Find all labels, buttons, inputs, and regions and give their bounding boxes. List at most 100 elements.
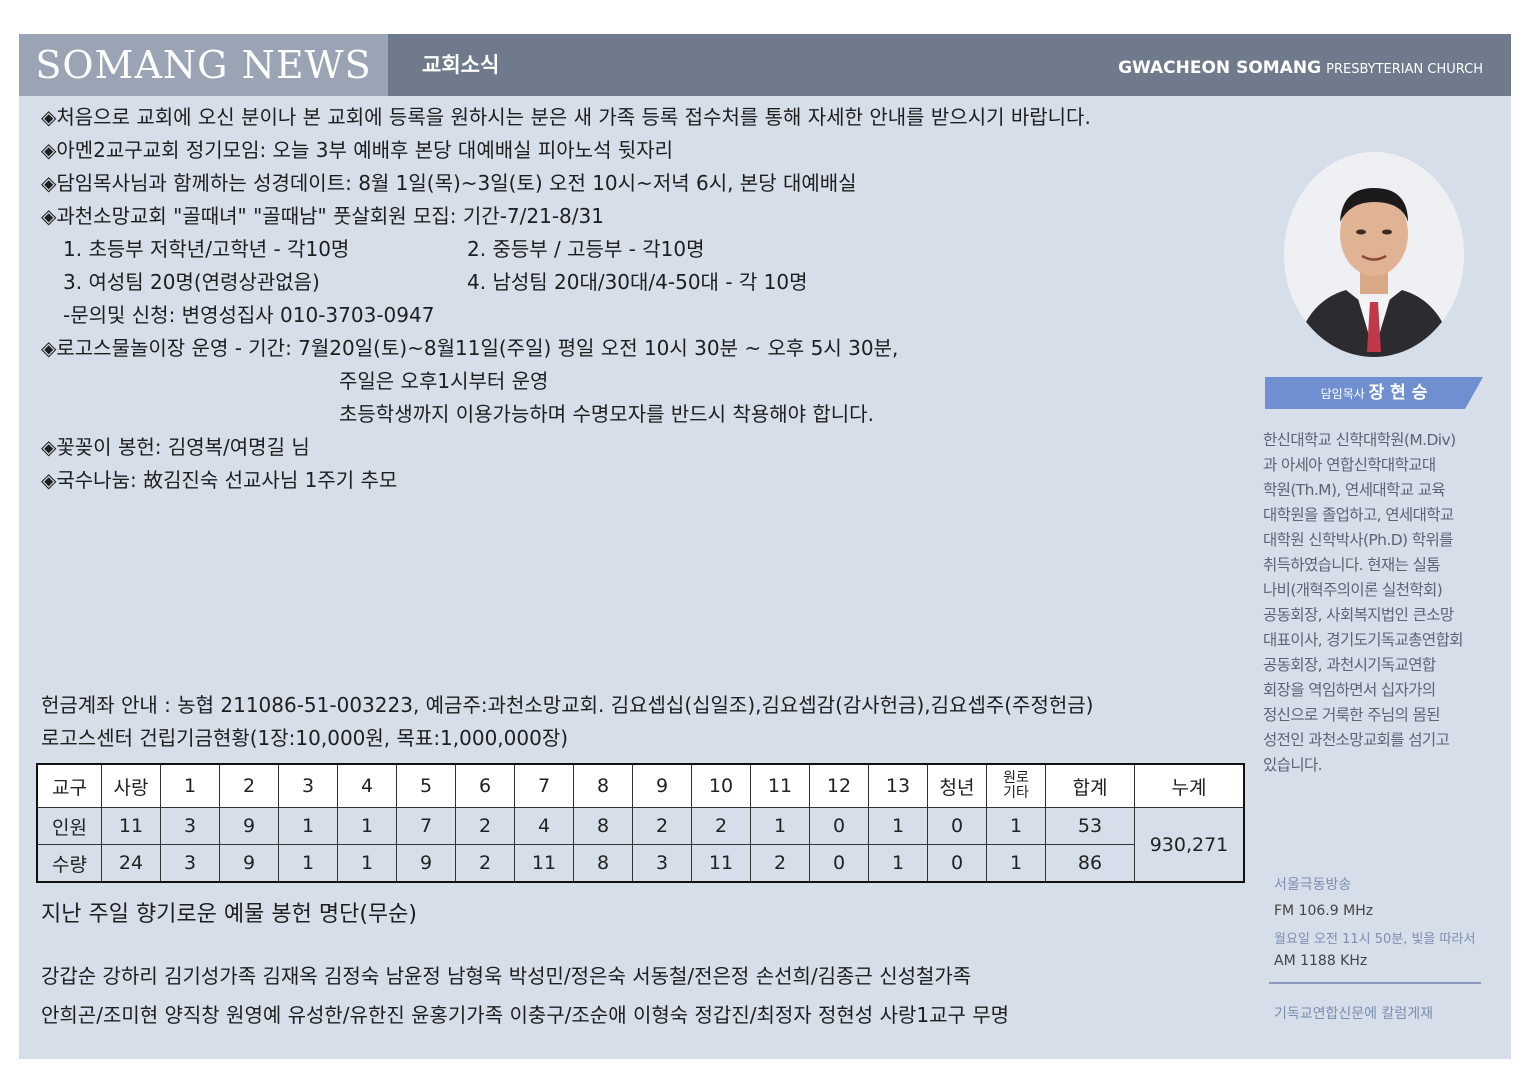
bio-line: 대표이사, 경기도기독교총연합회 — [1263, 631, 1464, 649]
donors-title: 지난 주일 향기로운 예물 봉헌 명단(무순) — [41, 902, 417, 927]
radio-fm: FM 106.9 MHz — [1274, 903, 1374, 919]
bio-line: 성전인 과천소망교회를 섬기고 — [1263, 731, 1450, 749]
table-header: 청년 — [927, 763, 987, 808]
column-note: 기독교연합신문에 칼럼게재 — [1274, 1006, 1434, 1022]
cumulative-total: 930,271 — [1134, 807, 1245, 883]
pastor-portrait — [1284, 152, 1464, 357]
table-header-elder-2: 기타 — [1003, 785, 1029, 801]
table-cell: 7 — [396, 807, 456, 845]
table-cell: 1 — [337, 807, 397, 845]
bio-line: 과 아세아 연합신학대학교대 — [1263, 456, 1436, 474]
brand-logo: SOMANG NEWS — [19, 34, 388, 96]
radio-am: AM 1188 KHz — [1274, 953, 1368, 969]
table-cell: 2 — [455, 807, 515, 845]
notice-line: ◈처음으로 교회에 오신 분이나 본 교회에 등록을 원하시는 분은 새 가족 … — [41, 105, 1091, 129]
bio-line: 회장을 역임하면서 십자가의 — [1263, 681, 1436, 699]
table-cell: 24 — [101, 844, 161, 883]
notice-line: ◈과천소망교회 "골때녀" "골때남" 풋살회원 모집: 기간-7/21-8/3… — [41, 204, 604, 228]
notice-line: ◈국수나눔: 故김진숙 선교사님 1주기 추모 — [41, 468, 398, 492]
table-cell: 1 — [986, 844, 1046, 883]
notice-line: 주일은 오후1시부터 운영 — [339, 369, 549, 393]
notice-line: 4. 남성팀 20대/30대/4-50대 - 각 10명 — [467, 270, 808, 294]
bio-line: 공동회장, 사회복지법인 큰소망 — [1263, 606, 1454, 624]
table-cell: 0 — [927, 844, 987, 883]
table-header: 13 — [868, 763, 928, 808]
table-header-row: 교구 사랑 1 2 3 4 5 6 7 8 9 10 11 12 13 청년 원… — [36, 763, 1245, 808]
bio-line: 한신대학교 신학대학원(M.Div) — [1263, 431, 1456, 449]
table-header: 9 — [632, 763, 692, 808]
table-cell: 2 — [455, 844, 515, 883]
table-header: 5 — [396, 763, 456, 808]
table-cell: 8 — [573, 844, 633, 883]
notice-line: -문의및 신청: 변영성집사 010-3703-0947 — [63, 303, 435, 327]
table-cell: 0 — [927, 807, 987, 845]
table-cell: 3 — [160, 844, 220, 883]
table-header: 8 — [573, 763, 633, 808]
table-cell: 2 — [632, 807, 692, 845]
bio-line: 대학원을 졸업하고, 연세대학교 — [1263, 506, 1454, 524]
table-header: 2 — [219, 763, 279, 808]
bio-line: 학원(Th.M), 연세대학교 교육 — [1263, 481, 1446, 499]
bio-line: 나비(개혁주의이론 실천학회) — [1263, 581, 1443, 599]
table-header: 4 — [337, 763, 397, 808]
pastor-name: 장 현 승 — [1368, 383, 1428, 403]
donor-list-line: 안희곤/조미현 양직창 원영예 유성한/유한진 윤홍기가족 이충구/조순애 이형… — [41, 1003, 1010, 1027]
table-cell: 1 — [868, 844, 928, 883]
table-header: 11 — [750, 763, 810, 808]
pastor-title: 담임목사 — [1320, 387, 1365, 401]
table-row: 수량 24 3 9 1 1 9 2 11 8 3 11 2 0 1 0 1 86 — [36, 844, 1244, 883]
table-cell: 9 — [219, 844, 279, 883]
donor-list-line: 강갑순 강하리 김기성가족 김재옥 김정숙 남윤정 남형욱 박성민/정은숙 서동… — [41, 964, 972, 988]
table-cell: 2 — [750, 844, 810, 883]
table-cell: 11 — [514, 844, 574, 883]
table-cell: 1 — [278, 807, 338, 845]
table-header-elder: 원로 기타 — [986, 763, 1046, 808]
church-name-bold: GWACHEON SOMANG — [1118, 58, 1322, 78]
notice-line: ◈꽃꽂이 봉헌: 김영복/여명길 님 — [41, 435, 310, 459]
table-cell: 2 — [691, 807, 751, 845]
table-header: 합계 — [1045, 763, 1135, 808]
table-header: 12 — [809, 763, 869, 808]
table-header: 교구 — [36, 763, 102, 808]
table-cell: 9 — [219, 807, 279, 845]
notice-line: 초등학생까지 이용가능하며 수명모자를 반드시 착용해야 합니다. — [339, 402, 874, 426]
pastor-label: 담임목사 장 현 승 — [1265, 377, 1483, 409]
row-label: 인원 — [36, 807, 102, 845]
table-cell: 11 — [101, 807, 161, 845]
table-cell: 9 — [396, 844, 456, 883]
table-cell: 3 — [160, 807, 220, 845]
notice-line: 1. 초등부 저학년/고학년 - 각10명 — [63, 237, 350, 261]
bio-line: 있습니다. — [1263, 756, 1323, 774]
pastor-name-banner: 담임목사 장 현 승 — [1265, 377, 1483, 409]
table-cell: 1 — [986, 807, 1046, 845]
bio-line: 공동회장, 과천시기독교연합 — [1263, 656, 1436, 674]
church-name-rest: PRESBYTERIAN CHURCH — [1326, 62, 1483, 77]
table-header: 사랑 — [101, 763, 161, 808]
notice-line: 2. 중등부 / 고등부 - 각10명 — [467, 237, 705, 261]
notice-line: 3. 여성팀 20명(연령상관없음) — [63, 270, 320, 294]
pastor-portrait-image — [1284, 152, 1464, 357]
table-header: 1 — [160, 763, 220, 808]
church-name: GWACHEON SOMANG PRESBYTERIAN CHURCH — [1118, 34, 1483, 96]
radio-station: 서울극동방송 — [1274, 877, 1352, 893]
table-header: 6 — [455, 763, 515, 808]
row-label: 수량 — [36, 844, 102, 883]
table-cell: 3 — [632, 844, 692, 883]
header-bar: SOMANG NEWS 교회소식 GWACHEON SOMANG PRESBYT… — [19, 34, 1511, 96]
table-header: 누계 — [1134, 763, 1245, 808]
table-cell: 1 — [337, 844, 397, 883]
offering-account: 헌금계좌 안내 : 농협 211086-51-003223, 예금주:과천소망교… — [41, 693, 1094, 717]
notice-line: ◈아멘2교구교회 정기모임: 오늘 3부 예배후 본당 대예배실 피아노석 뒷자… — [41, 138, 674, 162]
table-cell-total: 53 — [1045, 807, 1135, 845]
table-header-elder-1: 원로 — [1003, 770, 1029, 786]
table-cell-total: 86 — [1045, 844, 1135, 883]
news-page: SOMANG NEWS 교회소식 GWACHEON SOMANG PRESBYT… — [19, 34, 1511, 1059]
table-cell: 11 — [691, 844, 751, 883]
table-cell: 0 — [809, 807, 869, 845]
bio-line: 취득하였습니다. 현재는 실톰 — [1263, 556, 1441, 574]
table-cell: 8 — [573, 807, 633, 845]
table-header: 3 — [278, 763, 338, 808]
table-header: 10 — [691, 763, 751, 808]
section-title: 교회소식 — [422, 53, 500, 77]
table-cell: 4 — [514, 807, 574, 845]
